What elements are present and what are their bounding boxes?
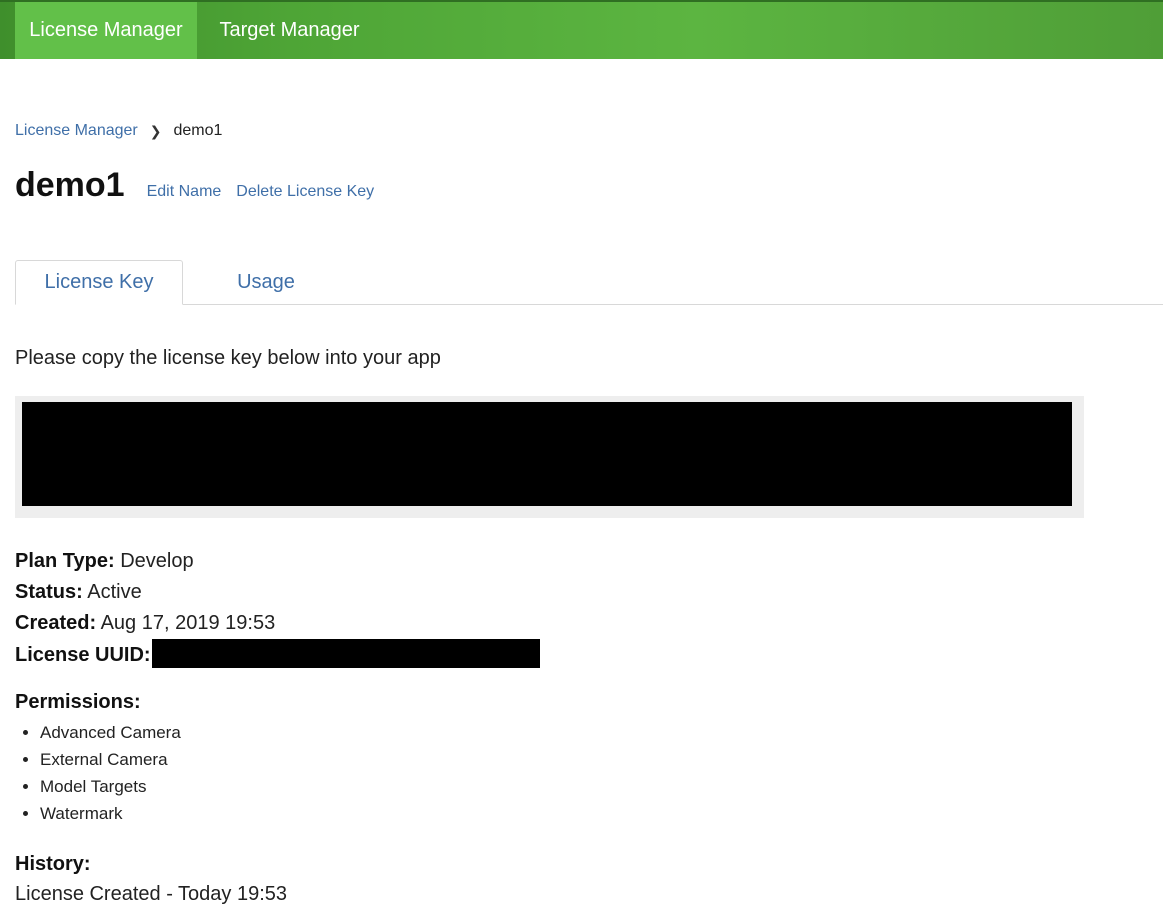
created-value: Aug 17, 2019 19:53 bbox=[100, 612, 276, 634]
permission-item: External Camera bbox=[40, 746, 181, 773]
uuid-label: License UUID: bbox=[15, 644, 151, 666]
uuid-redacted bbox=[151, 639, 540, 668]
nav-tab-target-manager[interactable]: Target Manager bbox=[197, 2, 382, 59]
breadcrumb: License Manager ❯ demo1 bbox=[15, 122, 222, 140]
permissions-list: Advanced Camera External Camera Model Ta… bbox=[15, 719, 181, 827]
tab-license-key[interactable]: License Key bbox=[15, 260, 183, 305]
top-nav-bar: License Manager Target Manager bbox=[0, 0, 1163, 59]
permission-item: Model Targets bbox=[40, 773, 181, 800]
permission-item: Watermark bbox=[40, 800, 181, 827]
created-row: Created: Aug 17, 2019 19:53 bbox=[15, 608, 540, 639]
plan-type-value: Develop bbox=[120, 550, 194, 572]
tab-usage[interactable]: Usage bbox=[183, 260, 349, 305]
status-value: Active bbox=[87, 581, 142, 603]
created-label: Created: bbox=[15, 612, 97, 634]
license-instruction: Please copy the license key below into y… bbox=[15, 347, 441, 369]
permissions-heading: Permissions: bbox=[15, 691, 141, 713]
page-title: demo1 bbox=[15, 166, 125, 204]
status-label: Status: bbox=[15, 581, 83, 603]
tab-bar: License Key Usage bbox=[15, 260, 1163, 305]
permission-item: Advanced Camera bbox=[40, 719, 181, 746]
nav-tab-license-manager[interactable]: License Manager bbox=[15, 2, 197, 59]
status-row: Status: Active bbox=[15, 577, 540, 608]
history-entry: License Created - Today 19:53 bbox=[15, 883, 288, 905]
plan-type-label: Plan Type: bbox=[15, 550, 115, 572]
delete-license-key-link[interactable]: Delete License Key bbox=[236, 183, 374, 201]
license-key-redacted bbox=[22, 402, 1072, 506]
title-row: demo1 Edit Name Delete License Key bbox=[15, 166, 389, 205]
license-key-box[interactable] bbox=[15, 396, 1084, 518]
chevron-right-icon: ❯ bbox=[149, 122, 162, 139]
edit-name-link[interactable]: Edit Name bbox=[147, 183, 222, 201]
plan-type-row: Plan Type: Develop bbox=[15, 546, 540, 577]
uuid-row: License UUID: bbox=[15, 639, 540, 671]
history-heading: History: bbox=[15, 853, 91, 875]
breadcrumb-current: demo1 bbox=[173, 122, 223, 139]
license-details: Plan Type: Develop Status: Active Create… bbox=[15, 546, 540, 671]
breadcrumb-link-license-manager[interactable]: License Manager bbox=[15, 122, 138, 140]
